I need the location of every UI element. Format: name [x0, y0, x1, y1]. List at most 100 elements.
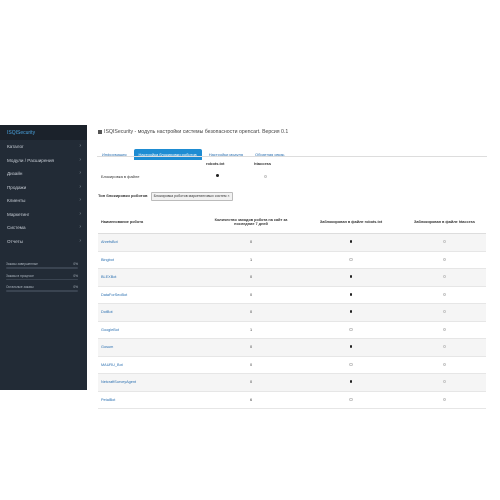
sidebar-item[interactable]: Система ›	[0, 221, 87, 235]
tab[interactable]: Настройка блокировки роботов	[133, 149, 202, 160]
table-row: BLEXBot 0	[98, 268, 486, 287]
htaccess-radio[interactable]	[442, 257, 447, 261]
robots-radio[interactable]	[349, 327, 353, 331]
chevron-right-icon: ›	[79, 170, 81, 176]
robots-radio[interactable]	[349, 257, 353, 261]
robots-radio[interactable]	[349, 310, 353, 314]
block-file-label: Блокировка в файле	[101, 174, 140, 179]
table-row: AhrefsBot 0	[98, 233, 486, 252]
sidebar-stats: Заказы завершенные 0% Заказы в процессе 0% О…	[6, 261, 78, 296]
sidebar-item[interactable]: Модули / Расширения ›	[0, 154, 87, 168]
robot-name-link[interactable]: DataForSeoBot	[98, 286, 203, 304]
sidebar-item[interactable]: Дизайн ›	[0, 167, 87, 181]
col-htaccess-header: htaccess	[254, 161, 272, 166]
sidebar-item[interactable]: Отчеты ›	[0, 235, 87, 249]
close-icon[interactable]: ×	[227, 194, 229, 198]
robot-name-link[interactable]: BLEXBot	[98, 268, 203, 287]
stat-label: Остальные заказы	[6, 285, 34, 289]
robots-radio[interactable]	[349, 380, 353, 384]
table-row: DataForSeoBot 0	[98, 286, 486, 304]
chevron-right-icon: ›	[79, 197, 81, 203]
htaccess-cell	[403, 286, 486, 304]
robot-visits: 0	[203, 268, 299, 287]
col-robots-header: Заблокирован в файле robots.txt	[299, 211, 403, 234]
robot-name-link[interactable]: NetcraftSurveyAgent	[98, 373, 203, 392]
robots-cell	[299, 373, 403, 392]
stat-row: Заказы в процессе 0%	[6, 273, 78, 279]
tab[interactable]: Настройки модуля	[204, 149, 248, 160]
htaccess-radio[interactable]	[442, 292, 447, 296]
table-row: PetalBot 6	[98, 391, 486, 409]
app-window: ISQISecurity Каталог › Модули / Расширения…	[0, 125, 500, 409]
stat-row: Заказы завершенные 0%	[6, 261, 78, 267]
robots-file-radio[interactable]	[216, 174, 219, 177]
htaccess-radio[interactable]	[442, 275, 447, 279]
robot-visits: 0	[203, 303, 299, 322]
htaccess-radio[interactable]	[442, 310, 447, 314]
sidebar-nav: Каталог › Модули / Расширения › Дизайн › Прода…	[0, 140, 87, 248]
htaccess-file-radio[interactable]	[264, 174, 267, 178]
stat-row: Остальные заказы 0%	[6, 284, 78, 290]
col-visits-header: Количество заходов робота на сайт за пос…	[203, 211, 299, 234]
htaccess-radio[interactable]	[442, 327, 447, 331]
sidebar-item[interactable]: Каталог ›	[0, 140, 87, 154]
sidebar-item-label: Каталог	[7, 144, 24, 149]
main-content: ISQISecurity - модуль настройки системы …	[94, 125, 500, 409]
htaccess-cell	[403, 391, 486, 409]
block-type-select[interactable]: Блокировка роботов маркетинговых систем …	[150, 192, 233, 201]
robots-radio[interactable]	[349, 345, 353, 349]
sidebar-item-label: Продажи	[7, 184, 27, 190]
tab[interactable]: Информация	[97, 149, 132, 160]
robot-name-link[interactable]: Gosum	[98, 338, 203, 357]
sidebar-item[interactable]: Продажи ›	[0, 181, 87, 195]
robots-table-header: Наименование робота Количество заходов р…	[98, 211, 486, 234]
col-name-header: Наименование робота	[98, 211, 203, 234]
robot-visits: 6	[203, 391, 299, 409]
tab[interactable]: Обратная связь	[250, 149, 289, 160]
robots-radio[interactable]	[349, 362, 353, 366]
col-robots-header: robots.txt	[206, 161, 225, 166]
htaccess-cell	[403, 233, 486, 252]
chevron-right-icon: ›	[79, 210, 81, 217]
robots-radio[interactable]	[349, 397, 353, 401]
table-row: Gosum 0	[98, 338, 486, 357]
brand-logo[interactable]: ISQISecurity	[0, 125, 87, 140]
htaccess-radio[interactable]	[442, 345, 447, 349]
robot-name-link[interactable]: AhrefsBot	[98, 233, 203, 252]
htaccess-radio[interactable]	[442, 380, 447, 384]
block-type-filter: Тип блокировки роботов Блокировка робото…	[98, 192, 233, 201]
robots-radio[interactable]	[349, 240, 353, 244]
robot-name-link[interactable]: MAURU_Bot	[98, 356, 203, 374]
robots-table: Наименование робота Количество заходов р…	[98, 211, 486, 409]
sidebar-item-label: Дизайн	[7, 171, 23, 176]
robots-radio[interactable]	[349, 275, 353, 279]
robots-radio[interactable]	[349, 292, 353, 296]
sidebar-item-label: Маркетинг	[7, 211, 30, 217]
robot-name-link[interactable]: PetalBot	[98, 391, 203, 409]
robot-name-link[interactable]: Bingbot	[98, 251, 203, 269]
sidebar-item[interactable]: Маркетинг ›	[0, 208, 87, 222]
sidebar-item-label: Модули / Расширения	[7, 157, 54, 163]
robot-name-link[interactable]: DotBot	[98, 303, 203, 322]
htaccess-radio[interactable]	[442, 240, 447, 244]
chevron-right-icon: ›	[79, 156, 81, 163]
stat-item: Заказы завершенные 0%	[6, 261, 78, 272]
sidebar-item-label: Клиенты	[7, 198, 26, 203]
page-title-text: ISQISecurity - модуль настройки системы …	[104, 129, 289, 135]
robot-name-link[interactable]: GoogleBot	[98, 321, 203, 339]
progress-bar	[6, 267, 78, 269]
sidebar-item[interactable]: Клиенты ›	[0, 194, 87, 208]
progress-bar	[6, 290, 78, 292]
robots-table-body: AhrefsBot 0 Bingbot 1 BLEXBot 0 DataForSeoBot 0…	[98, 233, 486, 409]
stat-label: Заказы в процессе	[6, 273, 34, 278]
stat-percent: 0%	[73, 262, 78, 266]
table-row: MAURU_Bot 0	[98, 356, 486, 374]
table-row: DotBot 0	[98, 303, 486, 322]
htaccess-radio[interactable]	[442, 362, 447, 366]
robots-cell	[299, 303, 403, 322]
htaccess-cell	[403, 268, 486, 287]
robots-cell	[299, 338, 403, 357]
htaccess-radio[interactable]	[442, 397, 447, 401]
robot-visits: 0	[203, 233, 299, 252]
robot-visits: 1	[203, 251, 299, 269]
